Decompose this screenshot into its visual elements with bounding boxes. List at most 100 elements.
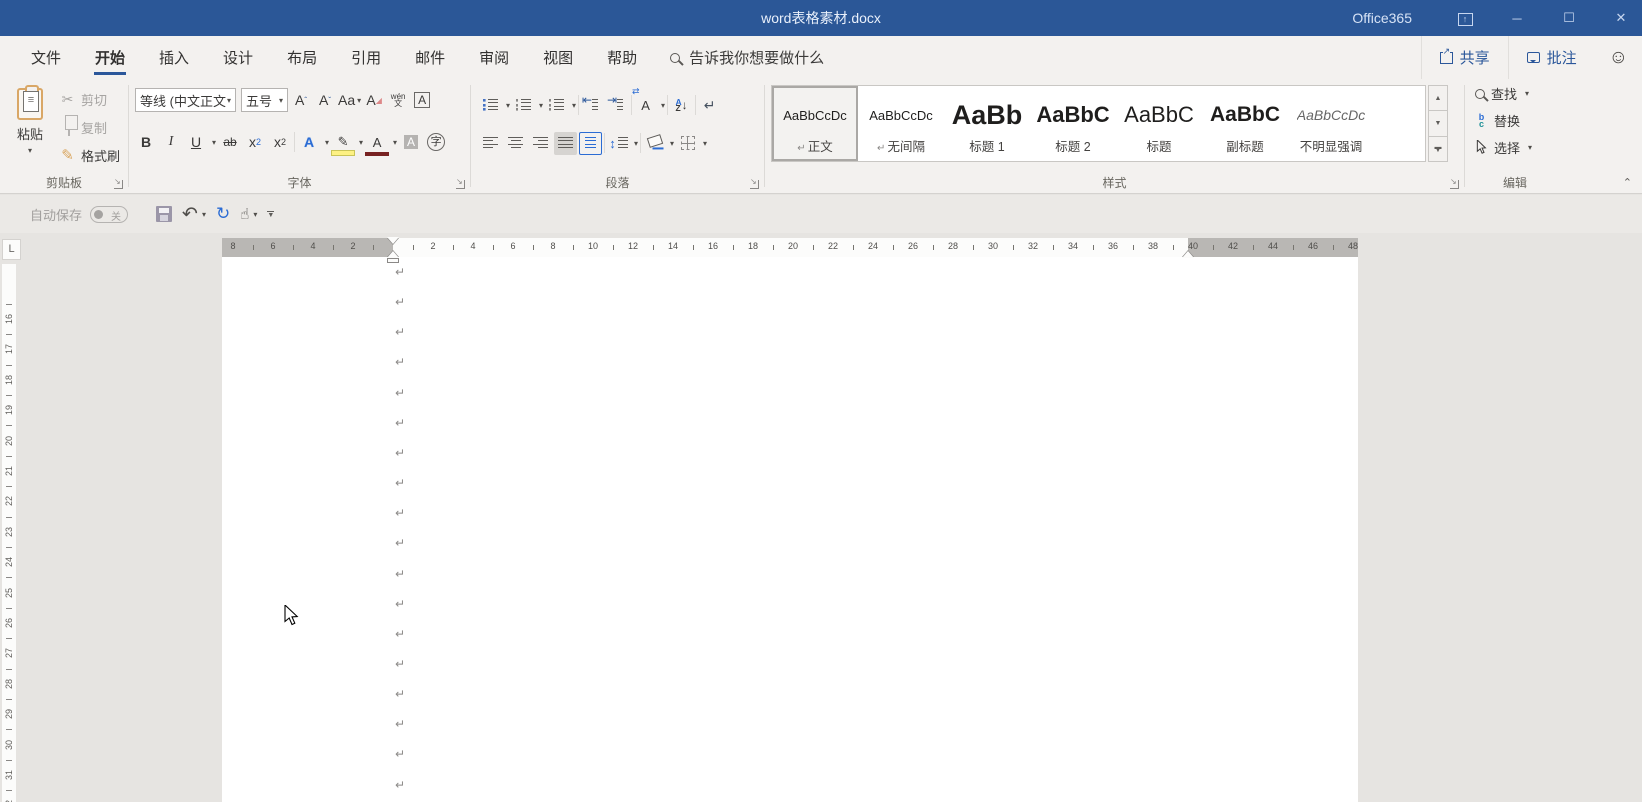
tell-me-search[interactable]: 告诉我你想要做什么 xyxy=(670,47,824,68)
customize-qat-button[interactable]: ▼ xyxy=(267,211,274,218)
paste-dropdown[interactable]: ▾ xyxy=(8,146,52,155)
format-painter-button[interactable]: ✎ 格式刷 xyxy=(56,143,123,167)
styles-more-button[interactable]: ▬▼ xyxy=(1428,137,1448,162)
document-page[interactable]: ↵↵↵↵↵↵↵↵↵↵↵↵↵↵↵↵↵↵ xyxy=(222,257,1358,802)
autosave-toggle[interactable]: 关 xyxy=(90,206,128,223)
multilevel-list-button[interactable] xyxy=(545,94,568,117)
style-item-正文[interactable]: AaBbCcDc↵正文 xyxy=(772,86,858,161)
share-button[interactable]: 共享 xyxy=(1421,36,1508,79)
borders-button[interactable] xyxy=(676,132,699,155)
change-case-button[interactable]: Aa▾ xyxy=(338,89,361,112)
right-indent-marker[interactable] xyxy=(1182,251,1194,258)
ribbon-tab-引用[interactable]: 引用 xyxy=(334,36,398,79)
ribbon-tab-设计[interactable]: 设计 xyxy=(206,36,270,79)
numbered-list-dropdown[interactable]: ▾ xyxy=(539,101,543,110)
clear-formatting-button[interactable]: A◢ xyxy=(363,89,385,112)
styles-scroll-up-button[interactable]: ▲ xyxy=(1428,85,1448,111)
left-indent-marker[interactable] xyxy=(387,258,399,263)
grow-font-button[interactable]: Aˆ xyxy=(290,89,312,112)
text-effects-button[interactable]: A xyxy=(298,131,320,154)
ribbon-tab-文件[interactable]: 文件 xyxy=(14,36,78,79)
highlight-dropdown[interactable]: ▾ xyxy=(359,138,363,147)
character-border-button[interactable]: A xyxy=(411,89,433,112)
touch-mode-dropdown[interactable]: ▾ xyxy=(253,210,257,219)
multilevel-list-dropdown[interactable]: ▾ xyxy=(572,101,576,110)
collapse-ribbon-chevron[interactable]: ⌃ xyxy=(1623,176,1632,189)
ribbon-tab-邮件[interactable]: 邮件 xyxy=(398,36,462,79)
ribbon-tab-布局[interactable]: 布局 xyxy=(270,36,334,79)
ribbon-tab-开始[interactable]: 开始 xyxy=(78,36,142,79)
underline-dropdown[interactable]: ▾ xyxy=(212,138,216,147)
font-size-combobox[interactable]: 五号 ▾ xyxy=(241,88,288,112)
style-item-标题[interactable]: AaBbC标题 xyxy=(1116,86,1202,161)
style-item-无间隔[interactable]: AaBbCcDc↵无间隔 xyxy=(858,86,944,161)
minimize-button[interactable]: ─ xyxy=(1504,11,1530,26)
bullet-list-dropdown[interactable]: ▾ xyxy=(506,101,510,110)
ribbon-tab-插入[interactable]: 插入 xyxy=(142,36,206,79)
underline-button[interactable]: U xyxy=(185,131,207,154)
highlight-color-button[interactable]: ✎ xyxy=(332,131,354,154)
feedback-smiley-button[interactable]: ☺ xyxy=(1595,47,1642,69)
ribbon-tab-审阅[interactable]: 审阅 xyxy=(462,36,526,79)
bold-button[interactable]: B xyxy=(135,131,157,154)
touch-mode-button[interactable]: ☝ xyxy=(240,205,249,223)
style-item-标题 2[interactable]: AaBbC标题 2 xyxy=(1030,86,1116,161)
undo-button[interactable]: ↶ xyxy=(182,203,198,226)
paste-button[interactable]: 粘贴 ▾ xyxy=(8,88,52,155)
asian-layout-button[interactable]: A xyxy=(634,94,657,117)
font-color-dropdown[interactable]: ▾ xyxy=(393,138,397,147)
distribute-button[interactable] xyxy=(579,132,602,155)
shrink-font-button[interactable]: Aˇ xyxy=(314,89,336,112)
sort-button[interactable]: AZ ↓ xyxy=(670,94,693,117)
decrease-indent-button[interactable] xyxy=(581,94,604,117)
strikethrough-button[interactable]: ab xyxy=(219,131,241,154)
replace-button[interactable]: bc 替换 xyxy=(1475,108,1565,133)
style-item-不明显强调[interactable]: AaBbCcDc不明显强调 xyxy=(1288,86,1374,161)
line-spacing-button[interactable]: ↕ xyxy=(607,132,630,155)
undo-dropdown[interactable]: ▾ xyxy=(202,210,206,219)
show-hide-marks-button[interactable]: ↵ xyxy=(698,94,721,117)
close-button[interactable]: ✕ xyxy=(1608,10,1634,26)
find-dropdown[interactable]: ▾ xyxy=(1525,89,1529,98)
font-dialog-launcher[interactable] xyxy=(456,180,465,189)
numbered-list-button[interactable] xyxy=(512,94,535,117)
font-color-button[interactable]: A xyxy=(366,131,388,154)
align-right-button[interactable] xyxy=(529,132,552,155)
italic-button[interactable]: I xyxy=(160,131,182,154)
borders-dropdown[interactable]: ▾ xyxy=(703,139,707,148)
align-center-button[interactable] xyxy=(504,132,527,155)
paragraph-dialog-launcher[interactable] xyxy=(750,180,759,189)
superscript-button[interactable]: x2 xyxy=(269,131,291,154)
shading-button[interactable] xyxy=(643,132,666,155)
styles-scroll-down-button[interactable]: ▼ xyxy=(1428,111,1448,136)
style-item-副标题[interactable]: AaBbC副标题 xyxy=(1202,86,1288,161)
save-button[interactable] xyxy=(156,206,172,222)
character-shading-button[interactable]: A xyxy=(400,131,422,154)
phonetic-guide-button[interactable]: wén文 xyxy=(387,89,409,112)
select-dropdown[interactable]: ▾ xyxy=(1528,143,1532,152)
font-name-combobox[interactable]: 等线 (中文正文 ▾ xyxy=(135,88,236,112)
ribbon-tab-视图[interactable]: 视图 xyxy=(526,36,590,79)
styles-dialog-launcher[interactable] xyxy=(1450,180,1459,189)
justify-button[interactable] xyxy=(554,132,577,155)
clipboard-dialog-launcher[interactable] xyxy=(114,180,123,189)
style-item-标题 1[interactable]: AaBb标题 1 xyxy=(944,86,1030,161)
text-effects-dropdown[interactable]: ▾ xyxy=(325,138,329,147)
shading-dropdown[interactable]: ▾ xyxy=(670,139,674,148)
comments-button[interactable]: 批注 xyxy=(1508,36,1595,79)
redo-button[interactable]: ↻ xyxy=(216,204,230,224)
first-line-indent-marker[interactable] xyxy=(387,237,399,244)
bullet-list-button[interactable] xyxy=(479,94,502,117)
hanging-indent-marker[interactable] xyxy=(387,251,399,258)
enclose-characters-button[interactable]: 字 xyxy=(425,131,447,154)
increase-indent-button[interactable] xyxy=(606,94,629,117)
align-left-button[interactable] xyxy=(479,132,502,155)
copy-button[interactable]: 复制 xyxy=(56,115,123,139)
line-spacing-dropdown[interactable]: ▾ xyxy=(634,139,638,148)
subscript-button[interactable]: x2 xyxy=(244,131,266,154)
tab-stop-selector[interactable]: L xyxy=(2,239,21,260)
ribbon-tab-帮助[interactable]: 帮助 xyxy=(590,36,654,79)
cut-button[interactable]: ✂ 剪切 xyxy=(56,87,123,111)
ribbon-display-options-button[interactable]: ↑ xyxy=(1452,10,1478,26)
select-button[interactable]: 选择 ▾ xyxy=(1475,135,1565,160)
